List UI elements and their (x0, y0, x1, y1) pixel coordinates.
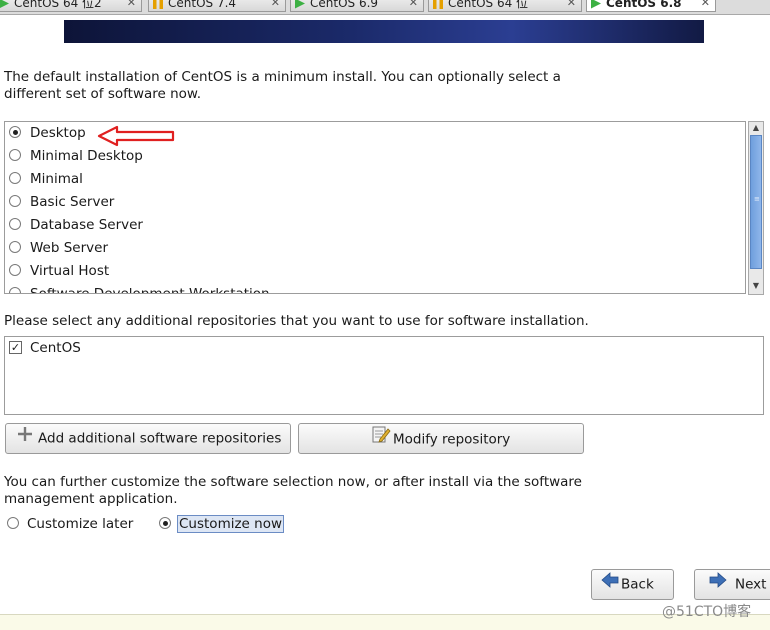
customize-text-line1: You can further customize the software s… (4, 474, 582, 490)
radio-icon[interactable] (9, 218, 21, 230)
option-label: Virtual Host (30, 263, 110, 279)
vm-paused-icon (433, 0, 443, 9)
scroll-down-icon[interactable]: ▼ (749, 280, 763, 292)
vm-tab[interactable]: CentOS 64 位2 ✕ (0, 0, 142, 12)
repo-item-centos[interactable]: ✓ CentOS (9, 338, 81, 358)
software-option-desktop[interactable]: Desktop (9, 123, 86, 143)
radio-icon[interactable] (9, 195, 21, 207)
arrow-left-icon (601, 570, 619, 599)
software-option-virtual-host[interactable]: Virtual Host (9, 261, 109, 281)
plus-icon (17, 424, 33, 453)
tab-label: CentOS 7.4 (168, 0, 237, 10)
software-option-minimal-desktop[interactable]: Minimal Desktop (9, 146, 143, 166)
radio-icon[interactable] (159, 517, 171, 529)
checkbox-checked-icon[interactable]: ✓ (9, 340, 22, 354)
intro-text-line1: The default installation of CentOS is a … (4, 69, 561, 85)
scroll-up-icon[interactable]: ▲ (749, 122, 763, 134)
software-option-minimal[interactable]: Minimal (9, 169, 83, 189)
next-label: Next (735, 576, 767, 593)
back-label: Back (621, 576, 654, 593)
radio-icon[interactable] (9, 287, 21, 293)
option-label: Web Server (30, 240, 108, 256)
vm-tab[interactable]: CentOS 6.9 ✕ (290, 0, 424, 12)
edit-document-icon (371, 424, 391, 455)
repo-prompt: Please select any additional repositorie… (4, 313, 589, 329)
software-set-list[interactable]: Desktop Minimal Desktop Minimal Basic Se… (4, 121, 746, 294)
scroll-thumb[interactable]: ≡ (750, 135, 762, 269)
add-repository-label: Add additional software repositories (38, 430, 282, 447)
radio-icon[interactable] (9, 149, 21, 161)
close-icon[interactable]: ✕ (127, 0, 136, 11)
vm-tab-active[interactable]: CentOS 6.8 ✕ (586, 0, 716, 12)
tab-label: CentOS 64 位2 (14, 0, 102, 10)
customize-text-line2: management application. (4, 491, 178, 507)
close-icon[interactable]: ✕ (567, 0, 576, 11)
software-option-development-workstation[interactable]: Software Development Workstation (9, 284, 270, 294)
add-repository-button[interactable]: Add additional software repositories (5, 423, 291, 454)
software-option-database-server[interactable]: Database Server (9, 215, 143, 235)
vm-running-icon (591, 0, 601, 9)
watermark: @51CTO博客 (662, 604, 752, 620)
vm-tab[interactable]: CentOS 64 位 ✕ (428, 0, 582, 12)
vm-tab[interactable]: CentOS 7.4 ✕ (148, 0, 286, 12)
modify-repository-label: Modify repository (393, 431, 511, 448)
option-label: Database Server (30, 217, 143, 233)
arrow-right-icon (709, 570, 727, 599)
customize-now-label: Customize now (177, 515, 285, 533)
option-label: Software Development Workstation (30, 286, 270, 294)
tab-label: CentOS 64 位 (448, 0, 529, 10)
installer-banner (64, 20, 704, 43)
next-button[interactable]: Next (694, 569, 770, 600)
vm-tab-strip: CentOS 64 位2 ✕ CentOS 7.4 ✕ CentOS 6.9 ✕ Ce… (0, 0, 770, 15)
radio-icon[interactable] (9, 126, 21, 138)
repo-list[interactable]: ✓ CentOS (4, 336, 764, 415)
customize-later-label: Customize later (27, 516, 134, 532)
option-label: Minimal (30, 171, 83, 187)
grip-icon: ≡ (754, 195, 760, 203)
vm-running-icon (295, 0, 305, 9)
tab-label: CentOS 6.8 (606, 0, 682, 10)
intro-text-line2: different set of software now. (4, 86, 202, 102)
radio-icon[interactable] (9, 264, 21, 276)
modify-repository-button[interactable]: Modify repository (298, 423, 584, 454)
close-icon[interactable]: ✕ (409, 0, 418, 11)
tab-label: CentOS 6.9 (310, 0, 379, 10)
radio-icon[interactable] (9, 172, 21, 184)
option-label: Desktop (30, 125, 86, 141)
option-label: Minimal Desktop (30, 148, 143, 164)
vm-running-icon (0, 0, 9, 9)
option-label: Basic Server (30, 194, 115, 210)
customize-now-option[interactable]: Customize now (159, 514, 285, 534)
close-icon[interactable]: ✕ (271, 0, 280, 11)
software-option-basic-server[interactable]: Basic Server (9, 192, 114, 212)
repo-label: CentOS (30, 340, 81, 356)
red-arrow-annotation (97, 125, 175, 147)
status-strip (0, 614, 770, 630)
close-icon[interactable]: ✕ (701, 0, 710, 11)
vm-paused-icon (153, 0, 163, 9)
back-button[interactable]: Back (591, 569, 674, 600)
radio-icon[interactable] (7, 517, 19, 529)
radio-icon[interactable] (9, 241, 21, 253)
software-option-web-server[interactable]: Web Server (9, 238, 108, 258)
customize-later-option[interactable]: Customize later (7, 514, 133, 534)
list-scrollbar[interactable]: ▲ ≡ ▼ (748, 121, 764, 295)
